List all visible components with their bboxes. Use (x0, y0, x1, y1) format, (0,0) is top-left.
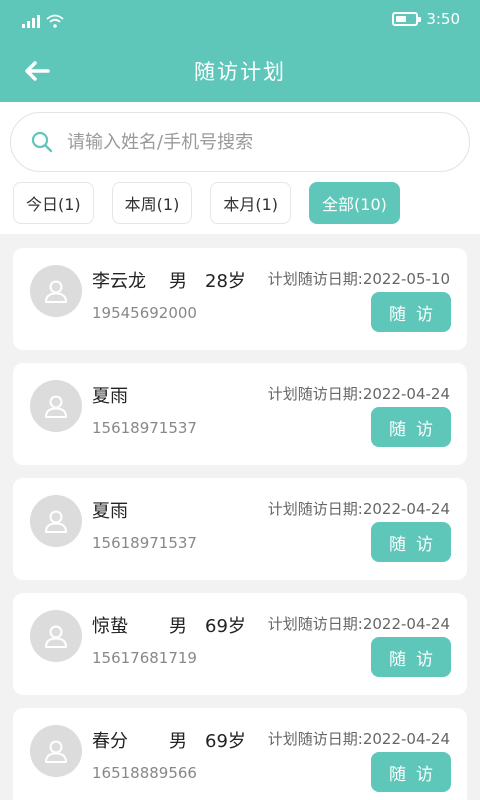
patient-phone: 15618971537 (92, 534, 197, 552)
status-bar: 3:50 (0, 0, 480, 38)
search-area: 今日(1) 本周(1) 本月(1) 全部(10) (0, 102, 480, 234)
filter-today[interactable]: 今日(1) (13, 182, 94, 224)
wifi-icon (46, 14, 64, 28)
status-right: 3:50 (392, 8, 460, 30)
patient-age: 28岁 (205, 271, 246, 292)
user-icon (45, 510, 67, 533)
patient-name: 李云龙 (92, 271, 146, 292)
nav-bar: 随访计划 (0, 44, 480, 98)
patient-list: 李云龙 男 28岁 19545692000 计划随访日期:2022-05-10 … (0, 234, 480, 800)
follow-up-button[interactable]: 随访 (371, 752, 451, 792)
patient-name: 惊蛰 (92, 616, 128, 637)
signal-icon (22, 14, 40, 28)
patient-phone: 19545692000 (92, 304, 197, 322)
user-icon (45, 740, 67, 763)
app-header: 3:50 随访计划 (0, 0, 480, 102)
avatar (30, 495, 82, 547)
patient-phone: 15618971537 (92, 419, 197, 437)
patient-phone: 15617681719 (92, 649, 197, 667)
patient-card[interactable]: 春分 男 69岁 16518889566 计划随访日期:2022-04-24 随… (13, 708, 467, 800)
user-icon (45, 395, 67, 418)
status-indicators (22, 10, 64, 28)
patient-gender: 男 (169, 616, 187, 637)
filter-tabs: 今日(1) 本周(1) 本月(1) 全部(10) (13, 182, 400, 224)
follow-up-button[interactable]: 随访 (371, 292, 451, 332)
avatar (30, 380, 82, 432)
planned-visit-date: 计划随访日期:2022-04-24 (267, 730, 450, 748)
patient-name: 夏雨 (92, 386, 128, 407)
patient-gender: 男 (169, 731, 187, 752)
filter-all[interactable]: 全部(10) (309, 182, 400, 224)
search-icon (31, 131, 53, 153)
patient-name: 夏雨 (92, 501, 128, 522)
arrow-left-icon (25, 61, 50, 81)
follow-up-button[interactable]: 随访 (371, 522, 451, 562)
patient-gender: 男 (169, 271, 187, 292)
back-button[interactable] (20, 56, 54, 86)
search-input[interactable] (65, 130, 469, 154)
avatar (30, 610, 82, 662)
status-time: 3:50 (426, 10, 460, 28)
patient-card[interactable]: 惊蛰 男 69岁 15617681719 计划随访日期:2022-04-24 随… (13, 593, 467, 695)
avatar (30, 265, 82, 317)
follow-up-button[interactable]: 随访 (371, 407, 451, 447)
avatar (30, 725, 82, 777)
filter-month[interactable]: 本月(1) (210, 182, 292, 224)
patient-card[interactable]: 夏雨 15618971537 计划随访日期:2022-04-24 随访 (13, 363, 467, 465)
page-title: 随访计划 (194, 60, 286, 84)
patient-card[interactable]: 夏雨 15618971537 计划随访日期:2022-04-24 随访 (13, 478, 467, 580)
battery-icon (392, 12, 422, 26)
planned-visit-date: 计划随访日期:2022-05-10 (267, 270, 450, 288)
planned-visit-date: 计划随访日期:2022-04-24 (267, 500, 450, 518)
user-icon (45, 280, 67, 303)
patient-age: 69岁 (205, 731, 246, 752)
patient-card[interactable]: 李云龙 男 28岁 19545692000 计划随访日期:2022-05-10 … (13, 248, 467, 350)
follow-up-button[interactable]: 随访 (371, 637, 451, 677)
planned-visit-date: 计划随访日期:2022-04-24 (267, 385, 450, 403)
filter-week[interactable]: 本周(1) (111, 182, 193, 224)
planned-visit-date: 计划随访日期:2022-04-24 (267, 615, 450, 633)
patient-age: 69岁 (205, 616, 246, 637)
user-icon (45, 625, 67, 648)
search-box[interactable] (10, 112, 470, 172)
patient-name: 春分 (92, 731, 128, 752)
patient-phone: 16518889566 (92, 764, 197, 782)
